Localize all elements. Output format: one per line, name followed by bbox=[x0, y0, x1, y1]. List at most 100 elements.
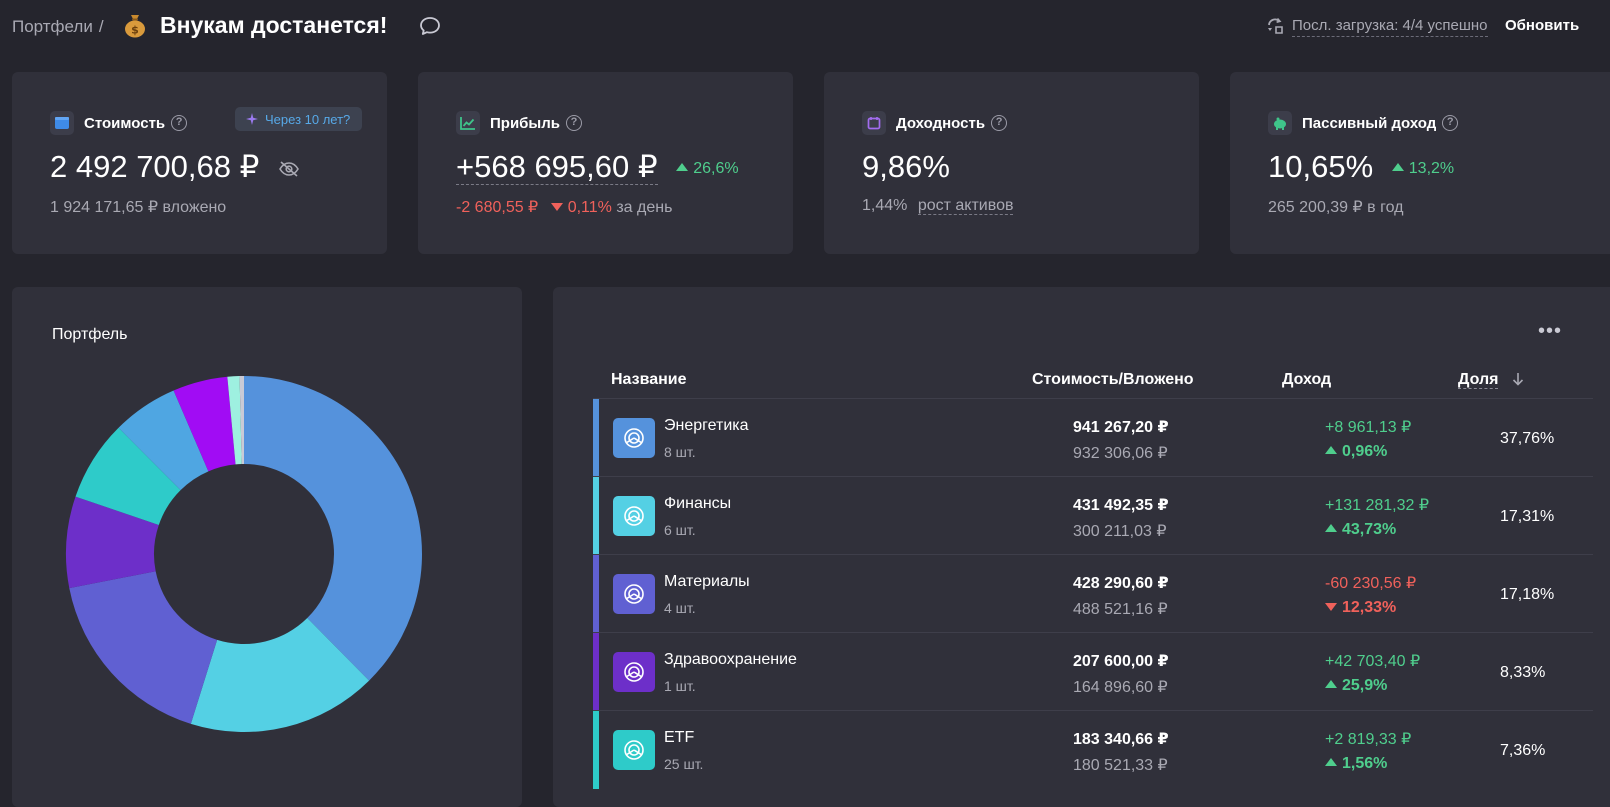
row-share: 37,76% bbox=[1500, 430, 1555, 447]
passive-income-amount: 10,65% bbox=[1268, 149, 1374, 184]
row-value: 941 267,20 ₽ bbox=[1073, 419, 1169, 436]
table-row[interactable]: Материалы 4 шт. 428 290,60 ₽ 488 521,16 ₽ -6… bbox=[593, 554, 1593, 633]
sector-icon bbox=[613, 496, 655, 536]
passive-income-value: 10,65% 13,2% bbox=[1268, 149, 1454, 185]
help-icon[interactable]: ? bbox=[1442, 115, 1459, 131]
row-invested: 164 896,60 ₽ bbox=[1073, 679, 1168, 696]
donut-slice-2[interactable] bbox=[69, 571, 218, 724]
portfolio-panel: Портфель bbox=[12, 287, 522, 807]
total-value: 2 492 700,68 ₽ bbox=[50, 149, 300, 185]
row-name: Финансы bbox=[664, 495, 732, 512]
row-income-pct: 12,33% bbox=[1325, 599, 1396, 617]
sync-status-icon bbox=[1268, 17, 1283, 34]
passive-income-per-year: 265 200,39 ₽ в год bbox=[1268, 199, 1404, 216]
help-icon[interactable]: ? bbox=[171, 115, 188, 131]
row-share: 7,36% bbox=[1500, 742, 1546, 759]
holdings-panel: ••• Название Стоимость/Вложено Доход Дол… bbox=[553, 287, 1610, 807]
yield-value: 9,86% bbox=[862, 149, 950, 184]
arrow-up-icon bbox=[1325, 758, 1337, 766]
row-income: -60 230,56 ₽ bbox=[1325, 575, 1417, 592]
piggy-bank-icon bbox=[1268, 111, 1292, 135]
column-header-income[interactable]: Доход bbox=[1282, 371, 1331, 389]
row-invested: 180 521,33 ₽ bbox=[1073, 757, 1168, 774]
row-value: 183 340,66 ₽ bbox=[1073, 731, 1169, 748]
passive-income-card: Пассивный доход ? 10,65% 13,2% 265 200,3… bbox=[1230, 72, 1610, 254]
passive-income-label: Пассивный доход bbox=[1302, 114, 1437, 132]
asset-growth-link[interactable]: рост активов bbox=[917, 197, 1014, 215]
passive-income-pct: 13,2% bbox=[1391, 160, 1454, 177]
row-name: ETF bbox=[664, 729, 695, 746]
row-value: 207 600,00 ₽ bbox=[1073, 653, 1169, 670]
passive-card-header: Пассивный доход ? bbox=[1268, 110, 1459, 136]
comment-icon[interactable] bbox=[418, 15, 442, 37]
column-header-name[interactable]: Название bbox=[611, 371, 687, 389]
donut-slice-0[interactable] bbox=[244, 376, 423, 681]
row-value: 428 290,60 ₽ bbox=[1073, 575, 1169, 592]
row-color-bar bbox=[593, 633, 599, 711]
yield-sub: 1,44% рост активов bbox=[862, 197, 1014, 215]
portfolio-title: Портфель bbox=[52, 326, 128, 343]
header: Портфели / $ Внукам достанется! Посл. заг… bbox=[0, 0, 1610, 52]
table-row[interactable]: ETF 25 шт. 183 340,66 ₽ 180 521,33 ₽ +2 819,… bbox=[593, 710, 1593, 789]
sector-icon bbox=[613, 652, 655, 692]
profit-amount[interactable]: +568 695,60 ₽ bbox=[456, 149, 658, 185]
sector-icon bbox=[613, 574, 655, 614]
day-change-pct: 0,11% bbox=[550, 199, 612, 216]
row-income: +8 961,13 ₽ bbox=[1325, 419, 1412, 436]
help-icon[interactable]: ? bbox=[566, 115, 582, 131]
row-invested: 932 306,06 ₽ bbox=[1073, 445, 1168, 462]
value-card-header: Стоимость ? bbox=[50, 110, 188, 136]
breadcrumb-portfolios-link[interactable]: Портфели bbox=[12, 17, 93, 36]
row-color-bar bbox=[593, 477, 599, 555]
breadcrumb: Портфели / bbox=[12, 17, 104, 37]
table-row[interactable]: Финансы 6 шт. 431 492,35 ₽ 300 211,03 ₽ +131… bbox=[593, 476, 1593, 555]
row-color-bar bbox=[593, 555, 599, 633]
sector-icon bbox=[613, 418, 655, 458]
help-icon[interactable]: ? bbox=[991, 115, 1008, 131]
refresh-button[interactable]: Обновить bbox=[1505, 17, 1579, 34]
row-income-pct: 43,73% bbox=[1325, 521, 1396, 539]
profit-card-header: Прибыль ? bbox=[456, 110, 582, 136]
arrow-down-icon bbox=[550, 203, 563, 211]
day-change-amount: -2 680,55 ₽ bbox=[456, 199, 539, 216]
svg-text:$: $ bbox=[131, 24, 139, 37]
sync-status[interactable]: Посл. загрузка: 4/4 успешно bbox=[1292, 17, 1488, 37]
future-projection-label: Через 10 лет? bbox=[265, 111, 351, 127]
row-count: 4 шт. bbox=[664, 600, 696, 616]
yield-card: Доходность ? 9,86% 1,44% рост активов bbox=[824, 72, 1199, 254]
arrow-up-icon bbox=[1325, 446, 1337, 454]
row-count: 1 шт. bbox=[664, 678, 696, 694]
sparkle-icon bbox=[246, 113, 258, 125]
row-income: +131 281,32 ₽ bbox=[1325, 497, 1430, 514]
chart-up-icon bbox=[456, 111, 480, 135]
arrow-down-icon bbox=[1325, 603, 1337, 611]
arrow-up-icon bbox=[1391, 163, 1404, 171]
profit-value: +568 695,60 ₽ 26,6% bbox=[456, 149, 739, 185]
future-projection-button[interactable]: Через 10 лет? bbox=[235, 107, 363, 131]
row-value: 431 492,35 ₽ bbox=[1073, 497, 1169, 514]
total-value-amount: 2 492 700,68 ₽ bbox=[50, 149, 260, 184]
table-row[interactable]: Здравоохранение 1 шт. 207 600,00 ₽ 164 896,… bbox=[593, 632, 1593, 711]
sector-icon bbox=[613, 730, 655, 770]
column-header-value[interactable]: Стоимость/Вложено bbox=[1032, 371, 1194, 389]
calendar-icon bbox=[862, 111, 886, 135]
profit-card: Прибыль ? +568 695,60 ₽ 26,6% -2 680,55 … bbox=[418, 72, 793, 254]
row-share: 8,33% bbox=[1500, 664, 1546, 681]
arrow-up-icon bbox=[676, 163, 689, 171]
row-invested: 488 521,16 ₽ bbox=[1073, 601, 1168, 618]
breadcrumb-separator: / bbox=[98, 17, 104, 36]
row-name: Здравоохранение bbox=[664, 651, 797, 668]
row-count: 8 шт. bbox=[664, 444, 696, 460]
hide-value-icon[interactable] bbox=[278, 160, 300, 178]
row-invested: 300 211,03 ₽ bbox=[1073, 523, 1167, 540]
more-options-icon[interactable]: ••• bbox=[1538, 320, 1562, 343]
column-header-share[interactable]: Доля bbox=[1458, 371, 1525, 389]
row-income-pct: 1,56% bbox=[1325, 755, 1387, 773]
page-title: Внукам достанется! bbox=[160, 12, 388, 38]
wallet-icon bbox=[50, 111, 74, 135]
profit-day: -2 680,55 ₽ 0,11% за день bbox=[456, 197, 672, 217]
table-row[interactable]: Энергетика 8 шт. 941 267,20 ₽ 932 306,06 ₽ +… bbox=[593, 398, 1593, 477]
sort-desc-icon bbox=[1512, 373, 1523, 386]
row-name: Энергетика bbox=[664, 417, 749, 434]
portfolio-donut-chart[interactable] bbox=[64, 374, 424, 734]
